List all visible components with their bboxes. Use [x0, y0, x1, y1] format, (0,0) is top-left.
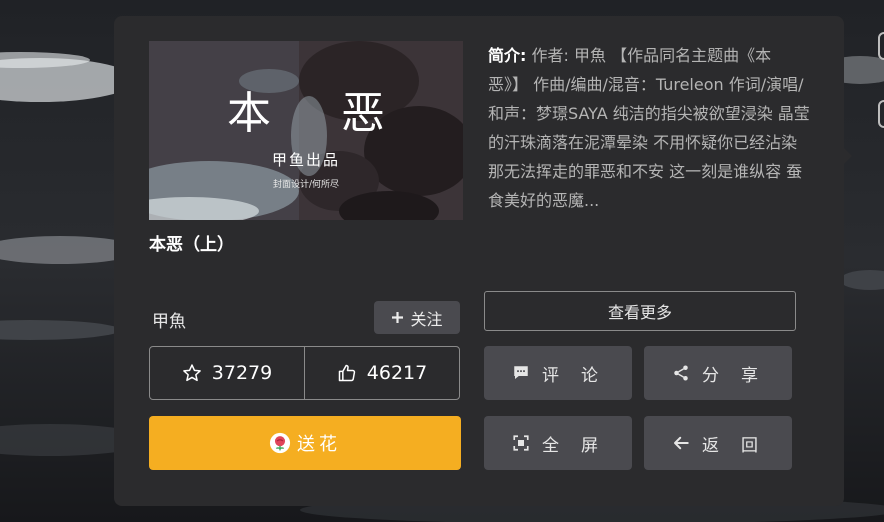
work-title: 本恶（上）	[149, 235, 234, 255]
favorite-button[interactable]: 37279	[150, 347, 304, 399]
intro-text: 作者: 甲魚 【作品同名主题曲《本恶》】 作曲/编曲/混音：Tureleon 作…	[488, 46, 810, 210]
intro-label: 简介:	[488, 46, 527, 65]
like-count: 46217	[366, 362, 428, 384]
like-button[interactable]: 46217	[304, 347, 459, 399]
share-icon	[674, 365, 688, 381]
comment-label: 评论	[542, 365, 620, 386]
follow-button[interactable]: 关注	[374, 301, 460, 334]
thumbs-up-icon	[338, 364, 355, 382]
comment-icon	[514, 366, 528, 379]
side-control-icon[interactable]	[878, 32, 884, 60]
back-button[interactable]: 返回	[644, 416, 792, 470]
panel-pointer	[844, 148, 852, 164]
cover-credit: 封面设计/何所尽	[272, 180, 340, 190]
flower-label: 送花	[297, 434, 341, 455]
side-control-icon[interactable]	[878, 100, 884, 128]
work-info-panel: 本 恶 甲鱼出品 封面设计/何所尽 本恶（上） 简介: 作者: 甲魚 【作品同名…	[114, 16, 852, 506]
arrow-left-icon	[674, 436, 689, 450]
fullscreen-button[interactable]: 全屏	[484, 416, 632, 470]
back-label: 返回	[702, 435, 780, 456]
follow-label: 关注	[410, 309, 443, 329]
author-name[interactable]: 甲魚	[152, 307, 186, 332]
fullscreen-icon	[513, 435, 529, 451]
plus-icon	[392, 312, 404, 323]
comment-button[interactable]: 评论	[484, 346, 632, 400]
cover-image[interactable]: 本 恶 甲鱼出品 封面设计/何所尽	[149, 41, 463, 220]
stats-box: 37279 46217	[149, 346, 460, 400]
work-intro: 简介: 作者: 甲魚 【作品同名主题曲《本恶》】 作曲/编曲/混音：Turele…	[488, 41, 810, 221]
cover-subtitle: 甲鱼出品	[271, 151, 340, 169]
cover-title: 本 恶	[227, 88, 413, 139]
share-label: 分享	[702, 365, 780, 386]
favorite-count: 37279	[211, 362, 273, 384]
flower-icon	[269, 432, 291, 454]
view-more-button[interactable]: 查看更多	[484, 291, 796, 331]
send-flower-button[interactable]: 送花	[149, 416, 461, 470]
star-icon	[182, 364, 201, 382]
share-button[interactable]: 分享	[644, 346, 792, 400]
fullscreen-label: 全屏	[542, 435, 620, 456]
